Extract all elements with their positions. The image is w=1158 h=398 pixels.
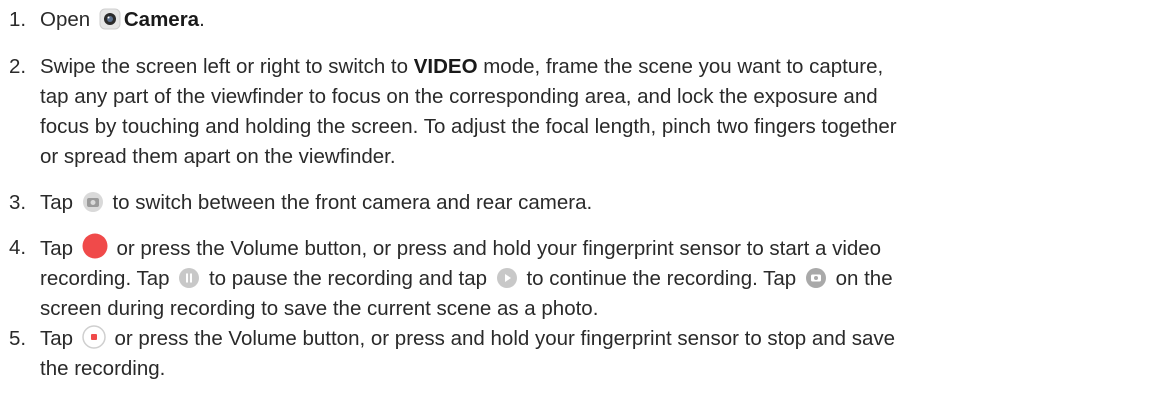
step-text: Tap or press the Volume button, or press… bbox=[40, 324, 1142, 384]
stop-icon bbox=[82, 325, 106, 349]
step-2-line-3: focus by touching and holding the screen… bbox=[40, 115, 897, 138]
step-number: 1. bbox=[9, 8, 27, 31]
step-text: Open Camera. bbox=[40, 5, 1142, 35]
pause-icon bbox=[178, 267, 200, 289]
camera-app-label: Camera bbox=[123, 8, 200, 31]
step-2-line-1: Swipe the screen left or right to switch… bbox=[40, 55, 884, 78]
step-5-line-2: the recording. bbox=[40, 357, 166, 380]
step-text: Swipe the screen left or right to switch… bbox=[40, 52, 1142, 172]
step-1-period: . bbox=[199, 8, 205, 31]
video-mode-label: VIDEO bbox=[413, 55, 478, 78]
step-number: 3. bbox=[9, 191, 27, 214]
step-4-line-3: screen during recording to save the curr… bbox=[40, 297, 599, 320]
step-number: 2. bbox=[9, 55, 27, 78]
step-2-line-4: or spread them apart on the viewfinder. bbox=[40, 145, 396, 168]
camera-app-icon bbox=[99, 8, 121, 30]
step-number: 5. bbox=[9, 327, 27, 350]
step-4-line-1: Tap or press the Volume button, or press… bbox=[40, 233, 1142, 264]
record-icon bbox=[82, 233, 108, 259]
step-5-line-1: Tap or press the Volume button, or press… bbox=[40, 325, 896, 350]
step-number: 4. bbox=[9, 236, 27, 259]
switch-camera-icon bbox=[82, 191, 104, 213]
play-icon bbox=[496, 267, 518, 289]
snapshot-icon bbox=[805, 267, 827, 289]
step-4-line-2: recording. Tap to pause the recording an… bbox=[40, 267, 893, 290]
step-text: Tap to switch between the front camera a… bbox=[40, 191, 593, 214]
step-2-line-2: tap any part of the viewfinder to focus … bbox=[40, 85, 878, 108]
step-1-text: Open bbox=[40, 8, 91, 31]
step-text: Tap or press the Volume button, or press… bbox=[40, 233, 1142, 324]
